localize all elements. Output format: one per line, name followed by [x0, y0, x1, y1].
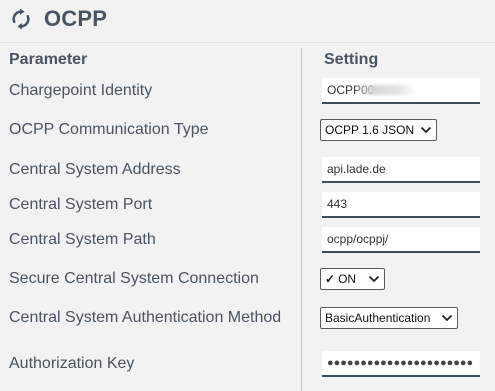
chargepoint-identity-label: Chargepoint Identity [9, 82, 153, 99]
redacted-identity-blur [356, 85, 416, 95]
header-divider [0, 42, 495, 43]
auth-method-value: BasicAuthentication [325, 311, 431, 325]
authorization-key-label: Authorization Key [9, 355, 135, 372]
chevron-down-icon [420, 126, 432, 134]
setting-column-header: Setting [324, 51, 379, 68]
central-system-address-label: Central System Address [9, 161, 181, 178]
communication-type-label: OCPP Communication Type [9, 121, 209, 138]
secure-connection-label: Secure Central System Connection [9, 270, 259, 287]
central-system-path-label: Central System Path [9, 231, 156, 248]
central-system-port-label: Central System Port [9, 196, 153, 213]
column-divider [301, 48, 302, 391]
chevron-down-icon [441, 314, 453, 322]
parameter-column-header: Parameter [9, 51, 88, 68]
check-icon: ✓ [325, 272, 336, 286]
chevron-down-icon [368, 275, 380, 283]
page-header: OCPP [10, 4, 107, 34]
central-system-address-input[interactable] [322, 157, 480, 183]
communication-type-select[interactable]: OCPP 1.6 JSON [320, 119, 437, 141]
page-title: OCPP [44, 6, 108, 31]
central-system-port-input[interactable] [322, 192, 480, 218]
auth-method-select[interactable]: BasicAuthentication [320, 307, 458, 329]
communication-type-value: OCPP 1.6 JSON [325, 123, 415, 137]
refresh-icon [10, 8, 32, 30]
secure-connection-value: ON [338, 272, 357, 286]
central-system-path-input[interactable] [322, 227, 480, 253]
auth-method-label: Central System Authentication Method [9, 309, 282, 326]
secure-connection-select[interactable]: ✓ ON [320, 268, 385, 290]
authorization-key-input[interactable] [322, 351, 480, 377]
